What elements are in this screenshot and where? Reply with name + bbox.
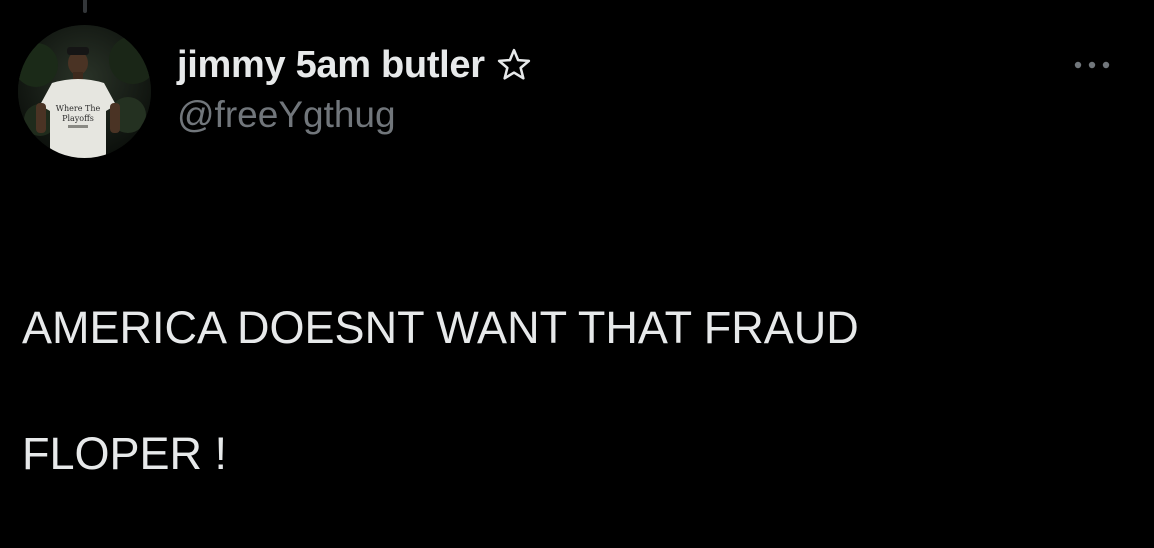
author-name-row: jimmy 5am butler	[177, 40, 533, 90]
more-options-button[interactable]	[1064, 48, 1120, 82]
tweet-text-line-1: AMERICA DOESNT WANT THAT FRAUD	[22, 302, 859, 353]
author-display-name[interactable]: jimmy 5am butler	[177, 44, 485, 87]
avatar[interactable]: Where The Playoffs	[18, 25, 151, 158]
star-outline-icon	[495, 46, 533, 84]
tweet-text-line-2: FLOPER !	[22, 428, 228, 479]
avatar-photo: Where The Playoffs	[18, 25, 151, 158]
more-horizontal-icon	[1074, 61, 1110, 69]
avatar-shirt-text-1: Where The	[56, 104, 101, 113]
author-handle[interactable]: @freeYgthug	[177, 94, 533, 136]
tweet-text: AMERICA DOESNT WANT THAT FRAUD FLOPER !	[22, 233, 1122, 548]
avatar-shirt-text-2: Playoffs	[62, 114, 94, 123]
thread-connector-line	[83, 0, 87, 13]
tweet-header: jimmy 5am butler @freeYgthug	[177, 40, 533, 136]
